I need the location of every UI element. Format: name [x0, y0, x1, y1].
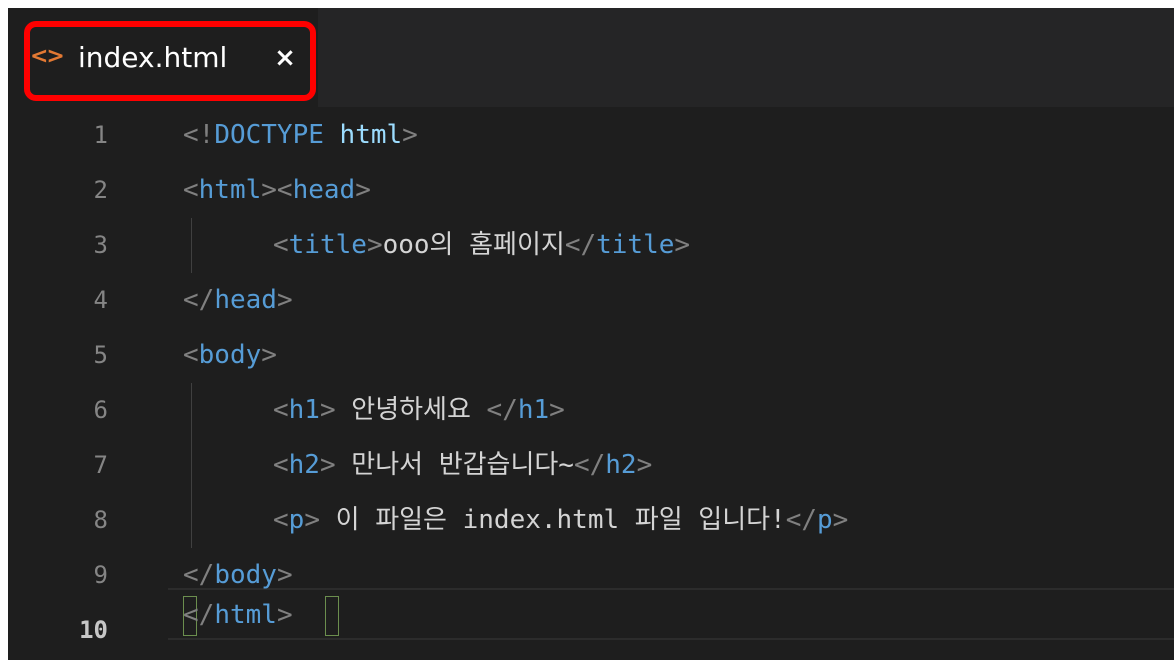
code-token: </ [183, 560, 215, 590]
tab-index-html[interactable]: <> index.html × [8, 8, 318, 107]
code-token: head [292, 175, 356, 205]
code-token: html [214, 600, 277, 630]
code-token: < [183, 340, 199, 370]
code-token: / [198, 600, 215, 630]
code-line-8[interactable]: <p> 이 파일은 index.html 파일 입니다!</p> [273, 493, 848, 548]
code-token: <! [183, 120, 215, 150]
line-number: 3 [93, 231, 108, 259]
code-token: > [319, 395, 336, 425]
code-token: h2 [605, 450, 637, 480]
code-line-1[interactable]: <!DOCTYPE html> [183, 108, 418, 163]
code-token: </ [785, 505, 818, 535]
code-token: < [183, 600, 199, 630]
indent-guide [191, 383, 192, 548]
code-token: > [402, 120, 418, 150]
code-token: < [273, 230, 289, 260]
code-token: </ [183, 285, 215, 315]
code-token: > [549, 395, 565, 425]
code-token: 만나서 반갑습니다~ [335, 450, 574, 480]
code-token: title [288, 230, 367, 260]
code-token: < [273, 505, 289, 535]
code-token: < [273, 395, 289, 425]
code-line-3[interactable]: <title>ooo의 홈페이지</title> [273, 218, 690, 273]
bracket-match-highlight [325, 596, 339, 636]
code-token: > [832, 505, 849, 535]
code-token: ooo의 홈페이지 [382, 230, 565, 260]
code-token: h2 [288, 450, 320, 480]
code-line-4[interactable]: </head> [183, 273, 293, 328]
code-line-2[interactable]: <html><head> [183, 163, 371, 218]
code-token: body [214, 560, 277, 590]
line-number: 7 [93, 451, 108, 479]
code-token: head [214, 285, 277, 315]
code-token: DOCTYPE [214, 120, 324, 150]
code-token: > [636, 450, 653, 480]
code-token: </ [486, 395, 518, 425]
code-token: > [355, 175, 371, 205]
code-token: p [288, 505, 305, 535]
code-token: h1 [288, 395, 320, 425]
code-line-6[interactable]: <h1> 안녕하세요 </h1> [273, 383, 565, 438]
code-line-7[interactable]: <h2> 만나서 반갑습니다~</h2> [273, 438, 652, 493]
code-token: > [319, 450, 336, 480]
code-token: 이 파일은 index.html 파일 입니다! [319, 505, 786, 535]
code-token: html [198, 175, 262, 205]
code-token: </ [564, 230, 597, 260]
line-number: 2 [93, 176, 108, 204]
line-number-active: 10 [79, 616, 108, 644]
code-token: >< [261, 175, 293, 205]
code-token: title [596, 230, 675, 260]
code-line-10[interactable]: </html> [183, 588, 293, 643]
code-token: > [366, 230, 383, 260]
html-file-icon: <> [30, 44, 65, 69]
code-line-5[interactable]: <body> [183, 328, 277, 383]
code-token: < [273, 450, 289, 480]
code-token: > [261, 340, 277, 370]
tab-bar: <> index.html × [8, 8, 1174, 107]
code-token: p [817, 505, 833, 535]
code-token: < [183, 175, 199, 205]
code-token: > [304, 505, 320, 535]
code-token: > [276, 560, 293, 590]
code-editor[interactable]: <> index.html × 1 2 3 4 5 6 7 8 9 10 <!D… [8, 8, 1174, 660]
current-line-highlight [168, 588, 1174, 640]
line-number: 4 [93, 286, 108, 314]
code-token: </ [573, 450, 606, 480]
close-icon[interactable]: × [270, 38, 300, 78]
line-number: 9 [93, 561, 108, 589]
line-number: 5 [93, 341, 108, 369]
code-token: > [674, 230, 691, 260]
tab-label: index.html [78, 41, 228, 74]
line-number-gutter: 1 2 3 4 5 6 7 8 9 10 [8, 108, 128, 660]
indent-guide [191, 218, 192, 273]
line-number: 1 [93, 121, 108, 149]
code-token: 안녕하세요 [335, 395, 487, 425]
code-token: > [276, 285, 293, 315]
line-number: 8 [93, 506, 108, 534]
code-token: html [323, 120, 403, 150]
code-token: > [276, 600, 293, 630]
code-token: body [198, 340, 262, 370]
code-token: h1 [517, 395, 550, 425]
line-number: 6 [93, 396, 108, 424]
